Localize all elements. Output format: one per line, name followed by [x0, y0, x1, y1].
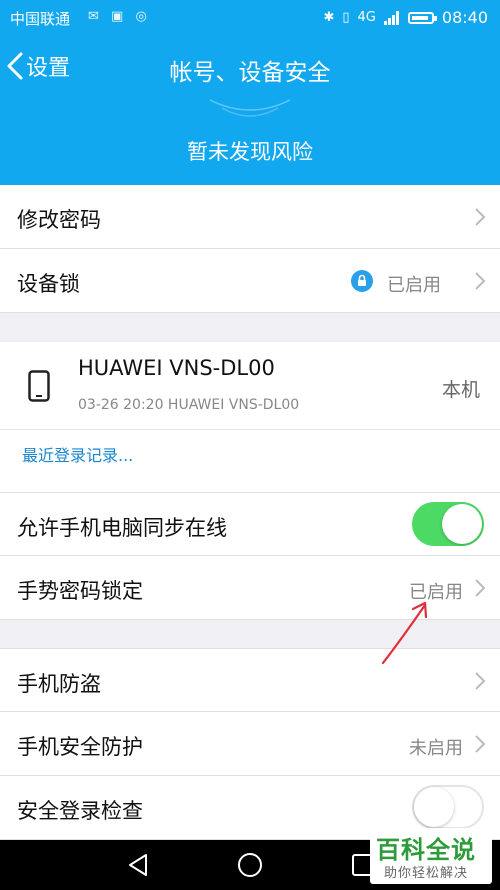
header: 设置 帐号、设备安全 暂未发现风险: [0, 36, 500, 185]
sync-online-label: 允许手机电脑同步在线: [17, 516, 227, 540]
security-protection-status: 未启用: [409, 738, 463, 759]
secure-login-check-label: 安全登录检查: [17, 799, 143, 823]
divider: [0, 429, 500, 430]
gesture-lock-label: 手势密码锁定: [17, 579, 143, 603]
change-password-label: 修改密码: [17, 208, 101, 232]
watermark-logo: 百科全说 助你轻松解决: [370, 828, 492, 884]
chevron-right-icon: [475, 735, 486, 753]
sync-online-toggle[interactable]: [412, 502, 484, 546]
recent-login-link[interactable]: 最近登录记录...: [22, 442, 133, 466]
secure-login-check-toggle[interactable]: [412, 785, 484, 829]
chevron-right-icon: [475, 672, 486, 690]
lock-icon: [351, 270, 373, 292]
home-circle-icon[interactable]: [236, 852, 264, 880]
phone-icon: [28, 370, 50, 402]
clock: 08:40: [441, 8, 488, 27]
toggle-knob: [442, 504, 482, 544]
device-lock-status: 已启用: [387, 275, 441, 296]
device-lock-label: 设备锁: [17, 272, 80, 296]
chevron-right-icon: [475, 579, 486, 597]
annotation-arrow: [381, 601, 428, 665]
device-name: HUAWEI VNS-DL00: [78, 356, 275, 380]
notification-icons: ✉ ▣ ◎: [88, 9, 151, 24]
network-type: 4G: [357, 10, 376, 25]
current-device-tag: 本机: [441, 379, 480, 401]
toggle-knob: [414, 787, 454, 827]
chevron-right-icon: [475, 208, 486, 226]
battery-icon: [407, 11, 437, 24]
device-last-login: 03-26 20:20 HUAWEI VNS-DL00: [78, 397, 300, 413]
scan-wave-icon: [209, 99, 291, 117]
status-icons: ✱ ▯ 4G 08:40: [323, 8, 488, 27]
page-title: 帐号、设备安全: [169, 60, 331, 86]
vibrate-icon: ▯: [342, 10, 350, 25]
carrier-name: 中国联通: [10, 10, 71, 28]
watermark-title: 百科全说: [376, 836, 476, 864]
device-lock-row[interactable]: 设备锁 已启用: [0, 249, 500, 313]
watermark-subtitle: 助你轻松解决: [384, 866, 469, 881]
change-password-row[interactable]: 修改密码: [0, 185, 500, 249]
device-card: HUAWEI VNS-DL00 03-26 20:20 HUAWEI VNS-D…: [0, 342, 500, 493]
chevron-right-icon: [475, 272, 486, 290]
security-protection-row[interactable]: 手机安全防护 未启用: [0, 712, 500, 776]
anti-theft-label: 手机防盗: [17, 672, 101, 696]
security-protection-label: 手机安全防护: [17, 735, 143, 759]
back-triangle-icon[interactable]: [126, 852, 152, 878]
bluetooth-icon: ✱: [323, 10, 335, 25]
signal-icon: [383, 10, 399, 25]
sync-online-row: 允许手机电脑同步在线: [0, 492, 500, 556]
status-bar: 中国联通 ✉ ▣ ◎ ✱ ▯ 4G 08:40: [0, 0, 500, 36]
risk-status: 暂未发现风险: [187, 140, 313, 164]
